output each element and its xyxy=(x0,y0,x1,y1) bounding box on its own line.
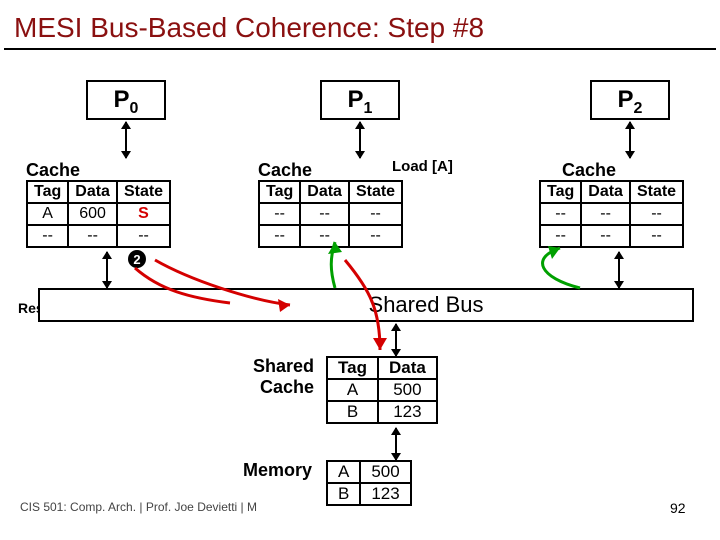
arrow-p0-bus xyxy=(106,252,108,288)
cache-table-p0: TagDataState A600S ------ xyxy=(26,180,171,248)
page-title: MESI Bus-Based Coherence: Step #8 xyxy=(4,0,716,50)
shared-cache-table: TagData A500 B123 xyxy=(326,356,438,424)
arrow-sc-mem xyxy=(395,428,397,460)
shared-cache-label: Shared Cache xyxy=(234,356,314,398)
footer-left: CIS 501: Comp. Arch. | Prof. Joe Deviett… xyxy=(20,500,257,514)
footer-right: 92 xyxy=(670,500,686,516)
cache-label-p2: Cache xyxy=(562,160,616,181)
processor-p0: P0 xyxy=(86,80,166,120)
arrow-p2-cache xyxy=(629,122,631,158)
memory-label: Memory xyxy=(226,460,312,481)
cache-label-p0: Cache xyxy=(26,160,80,181)
cache-table-p1: TagDataState ------ ------ xyxy=(258,180,403,248)
cache-table-p2: TagDataState ------ ------ xyxy=(539,180,684,248)
shared-bus: Shared Bus xyxy=(38,288,694,322)
arrow-p2-bus xyxy=(618,252,620,288)
arrow-p1-cache xyxy=(359,122,361,158)
cache-label-p1: Cache xyxy=(258,160,312,181)
processor-p2: P2 xyxy=(590,80,670,120)
step-badge: 2 xyxy=(128,250,146,268)
arrow-p0-cache xyxy=(125,122,127,158)
arrow-bus-shared-cache xyxy=(395,324,397,356)
load-label: Load [A] xyxy=(392,158,453,175)
memory-table: A500 B123 xyxy=(326,460,412,506)
processor-p1: P1 xyxy=(320,80,400,120)
